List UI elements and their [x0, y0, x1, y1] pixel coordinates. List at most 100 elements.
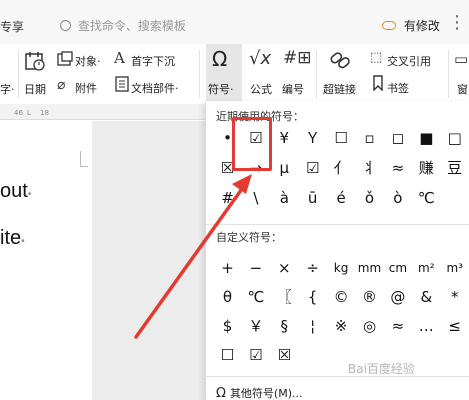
symbol-cell[interactable]: ǒ — [356, 185, 383, 211]
calendar-icon[interactable] — [24, 50, 46, 72]
symbol-cell[interactable]: 丬 — [356, 155, 383, 181]
symbol-cell[interactable]: mm — [356, 255, 383, 281]
symbol-cell[interactable]: θ — [214, 284, 241, 310]
symbol-cell[interactable]: @ — [384, 284, 411, 310]
symbol-cell[interactable]: ▫ — [356, 125, 383, 151]
symbol-cell[interactable]: ◻ — [384, 125, 411, 151]
window-button[interactable]: 窗 — [457, 81, 468, 97]
document-page[interactable] — [0, 121, 92, 400]
symbol-cell[interactable]: © — [328, 284, 355, 310]
document-text[interactable]: ite• — [0, 227, 25, 250]
symbol-cell[interactable]: # — [214, 185, 241, 211]
symbol-cell[interactable]: □ — [441, 125, 468, 151]
symbol-cell[interactable]: × — [271, 255, 298, 281]
symbol-cell[interactable]: ◎ — [356, 313, 383, 339]
symbol-cell[interactable]: ☐ — [214, 342, 241, 368]
symbol-cell[interactable]: cm — [384, 255, 411, 281]
bookmark-button[interactable]: 书签 — [387, 80, 409, 96]
document-word: out — [0, 180, 28, 202]
symbol-cell[interactable]: m² — [413, 255, 440, 281]
symbol-cell[interactable]: à — [271, 185, 298, 211]
symbol-cell[interactable]: + — [214, 255, 241, 281]
attachment-button[interactable]: 附件 — [75, 80, 97, 96]
symbol-cell[interactable]: … — [413, 313, 440, 339]
symbol-cell[interactable]: ☒ — [271, 342, 298, 368]
search-box[interactable]: 查找命令、搜索模板 — [60, 17, 186, 34]
modify-status[interactable]: 有修改 — [382, 17, 440, 34]
divider — [206, 224, 469, 225]
symbol-cell[interactable]: 亻 — [328, 155, 355, 181]
dropcap-button[interactable]: 首字下沉 — [131, 53, 175, 69]
formula-button[interactable]: 公式 — [250, 81, 272, 97]
symbol-cell[interactable]: 豆 — [441, 155, 468, 181]
other-symbols-button[interactable]: Ω 其他符号(M)... — [216, 385, 303, 400]
omega-icon: Ω — [216, 386, 226, 400]
symbol-cell[interactable]: ☐ — [328, 125, 355, 151]
highlight-box — [232, 117, 272, 171]
paragraph-mark: • — [27, 189, 32, 200]
hyperlink-button[interactable]: 超链接 — [323, 81, 356, 97]
symbol-cell[interactable]: 赚 — [413, 155, 440, 181]
symbol-cell[interactable]: ℃ — [413, 185, 440, 211]
window-icon: ▭ — [454, 50, 469, 68]
watermark: Bai百度经验 — [348, 362, 415, 376]
symbol-cell[interactable]: ≈ — [384, 313, 411, 339]
symbol-cell[interactable]: ※ — [328, 313, 355, 339]
custom-symbols-title: 自定义符号： — [216, 231, 282, 244]
document-word: ite — [0, 227, 22, 249]
search-icon — [60, 20, 71, 31]
symbol-cell[interactable]: ☑ — [299, 155, 326, 181]
symbol-cell[interactable]: − — [242, 255, 269, 281]
partial-left-label[interactable]: 字· — [0, 81, 15, 97]
object-button[interactable]: 对象· — [75, 53, 101, 69]
cross-reference-icon: ⬚ — [370, 50, 383, 65]
symbol-button[interactable]: 符号· — [208, 81, 234, 97]
search-placeholder: 查找命令、搜索模板 — [77, 19, 186, 33]
paragraph-mark: • — [21, 236, 25, 247]
symbol-cell[interactable]: μ — [271, 155, 298, 181]
margin-mark — [80, 151, 88, 167]
cross-reference-button[interactable]: 交叉引用 — [387, 53, 431, 69]
symbol-cell[interactable]: m³ — [441, 255, 468, 281]
symbol-cell[interactable]: { — [299, 284, 326, 310]
symbol-cell[interactable]: ¦ — [299, 313, 326, 339]
divider — [316, 50, 317, 98]
tab-exclusive[interactable]: 专享 — [0, 18, 24, 35]
symbol-cell[interactable]: ≤ — [441, 313, 468, 339]
ruler-tick: 18 — [40, 109, 49, 117]
symbol-cell[interactable]: ■ — [413, 125, 440, 151]
symbol-cell[interactable]: ☑ — [242, 342, 269, 368]
numbering-button[interactable]: 编号 — [282, 81, 304, 97]
more-icon[interactable]: ⋮ — [448, 12, 466, 33]
symbol-cell[interactable]: ÷ — [299, 255, 326, 281]
symbol-cell[interactable]: ￥ — [242, 313, 269, 339]
date-button[interactable]: 日期 — [24, 81, 46, 97]
dropcap-icon: A — [114, 49, 125, 67]
insert-ribbon: 字· 日期 对象· ⌀ 附件 A 首字下沉 文档部件· Ω 符号· √x 公式 … — [0, 44, 469, 104]
symbol-cell[interactable]: ℃ — [242, 284, 269, 310]
symbol-cell[interactable]: ò — [384, 185, 411, 211]
symbol-cell[interactable]: * — [441, 284, 468, 310]
symbol-cell[interactable]: 〖 — [271, 284, 298, 310]
symbol-cell[interactable]: ® — [356, 284, 383, 310]
document-text[interactable]: out• — [0, 180, 31, 203]
symbol-cell[interactable]: kg — [328, 255, 355, 281]
symbol-cell[interactable]: é — [328, 185, 355, 211]
symbol-cell[interactable]: § — [271, 313, 298, 339]
symbol-cell[interactable]: Ｙ — [299, 125, 326, 151]
omega-icon: Ω — [212, 47, 228, 71]
object-icon — [57, 51, 73, 66]
ruler: 46 L 18 — [0, 104, 205, 120]
symbol-cell[interactable]: ¥ — [271, 125, 298, 151]
paperclip-icon: ⌀ — [57, 77, 66, 93]
title-bar: 专享 查找命令、搜索模板 有修改 ⋮ — [0, 0, 469, 44]
cloud-icon — [382, 21, 396, 30]
symbol-cell[interactable]: ≈ — [384, 155, 411, 181]
symbol-cell[interactable]: \ — [242, 185, 269, 211]
symbol-cell[interactable]: & — [413, 284, 440, 310]
symbol-cell[interactable]: $ — [214, 313, 241, 339]
document-part-button[interactable]: 文档部件· — [131, 80, 179, 96]
bookmark-icon — [373, 75, 383, 91]
symbol-cell[interactable]: ū — [299, 185, 326, 211]
divider — [18, 50, 19, 98]
